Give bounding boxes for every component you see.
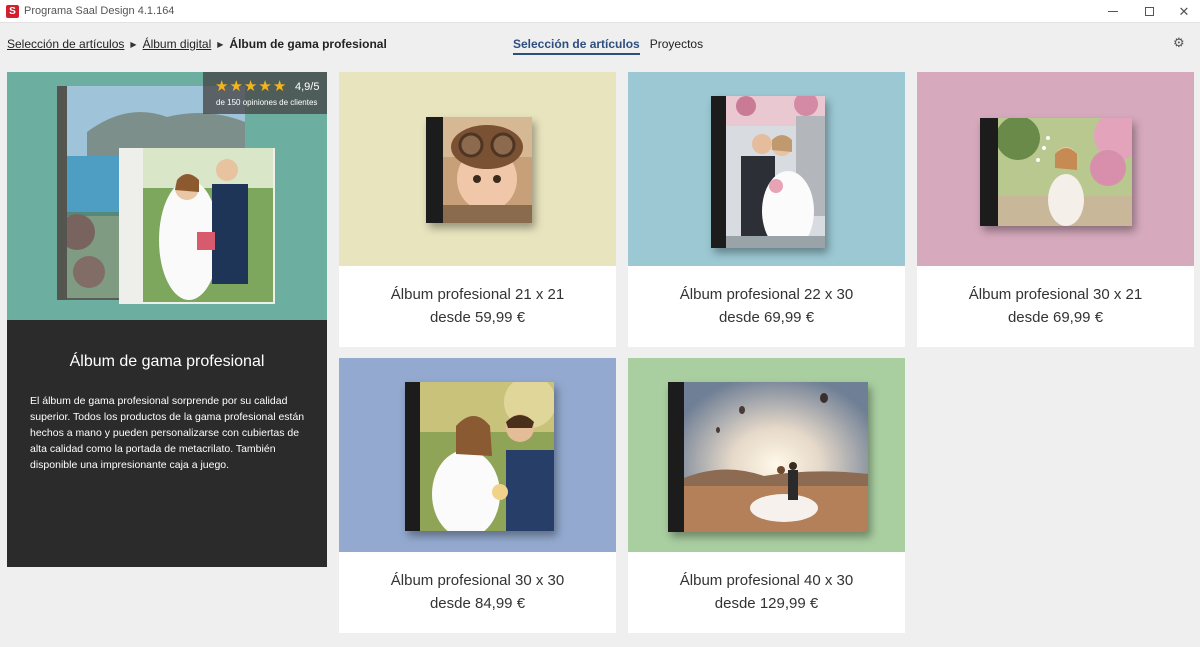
minimize-button[interactable] [1095,0,1131,23]
product-image [628,358,905,552]
hero-image: ★ ★ ★ ★ ★ 4,9/5 de 150 opiniones de clie… [7,72,327,320]
maximize-button[interactable] [1131,0,1167,23]
product-name: Álbum profesional 30 x 30 [390,572,565,589]
main-tabs: Selección de artículos Proyectos [513,37,713,55]
rating-box: ★ ★ ★ ★ ★ 4,9/5 de 150 opiniones de clie… [203,72,327,114]
star-icon: ★ [243,78,258,95]
product-card-30x30[interactable]: Álbum profesional 30 x 30 desde 84,99 € [339,358,616,633]
product-name: Álbum profesional 40 x 30 [679,572,854,589]
close-button[interactable]: ✕ [1166,0,1200,23]
product-card-30x21[interactable]: Álbum profesional 30 x 21 desde 69,99 € [917,72,1194,347]
product-card-22x30[interactable]: Álbum profesional 22 x 30 desde 69,99 € [628,72,905,347]
breadcrumb-item-album-digital[interactable]: Álbum digital [143,37,212,51]
breadcrumb-item-articulos[interactable]: Selección de artículos [7,37,124,51]
tab-seleccion-articulos[interactable]: Selección de artículos [513,37,640,55]
breadcrumb-chevron-icon: ▶ [130,39,137,49]
product-price: desde 129,99 € [714,595,819,612]
breadcrumb-chevron-icon: ▶ [217,39,224,49]
product-name: Álbum profesional 30 x 21 [968,286,1143,303]
app-logo-icon: S [6,4,19,18]
gear-icon[interactable]: ⚙ [1173,36,1186,49]
panel-description: El álbum de gama profesional sorprende p… [30,395,305,471]
product-card-21x21[interactable]: Álbum profesional 21 x 21 desde 59,99 € [339,72,616,347]
product-image [339,72,616,266]
star-icon: ★ [258,78,272,95]
product-name: Álbum profesional 21 x 21 [390,286,565,303]
star-icon: ★ [229,78,243,95]
star-icon: ★ [272,78,287,95]
star-icon: ★ [215,78,229,95]
product-name: Álbum profesional 22 x 30 [679,286,854,303]
product-info-panel: ★ ★ ★ ★ ★ 4,9/5 de 150 opiniones de clie… [7,72,327,567]
panel-title: Álbum de gama profesional [69,353,265,370]
title-bar: S Programa Saal Design 4.1.164 [0,0,1200,23]
maximize-icon [1144,7,1154,16]
product-image [628,72,905,266]
rating-count: de 150 opiniones de clientes [216,98,318,107]
product-price: desde 69,99 € [1007,309,1104,326]
breadcrumb-current: Álbum de gama profesional [229,37,387,51]
product-price: desde 84,99 € [429,595,526,612]
window-title: Programa Saal Design 4.1.164 [24,5,175,17]
rating-stars: ★ ★ ★ ★ ★ [215,79,287,94]
product-image [917,72,1194,266]
product-image [339,358,616,552]
product-price: desde 59,99 € [429,309,526,326]
breadcrumb: Selección de artículos ▶ Álbum digital ▶… [7,37,387,51]
tab-proyectos[interactable]: Proyectos [650,37,703,55]
rating-score: 4,9/5 [295,81,320,93]
product-card-40x30[interactable]: Álbum profesional 40 x 30 desde 129,99 € [628,358,905,633]
minimize-icon [1108,11,1118,12]
product-price: desde 69,99 € [718,309,815,326]
close-icon: ✕ [1178,3,1190,19]
